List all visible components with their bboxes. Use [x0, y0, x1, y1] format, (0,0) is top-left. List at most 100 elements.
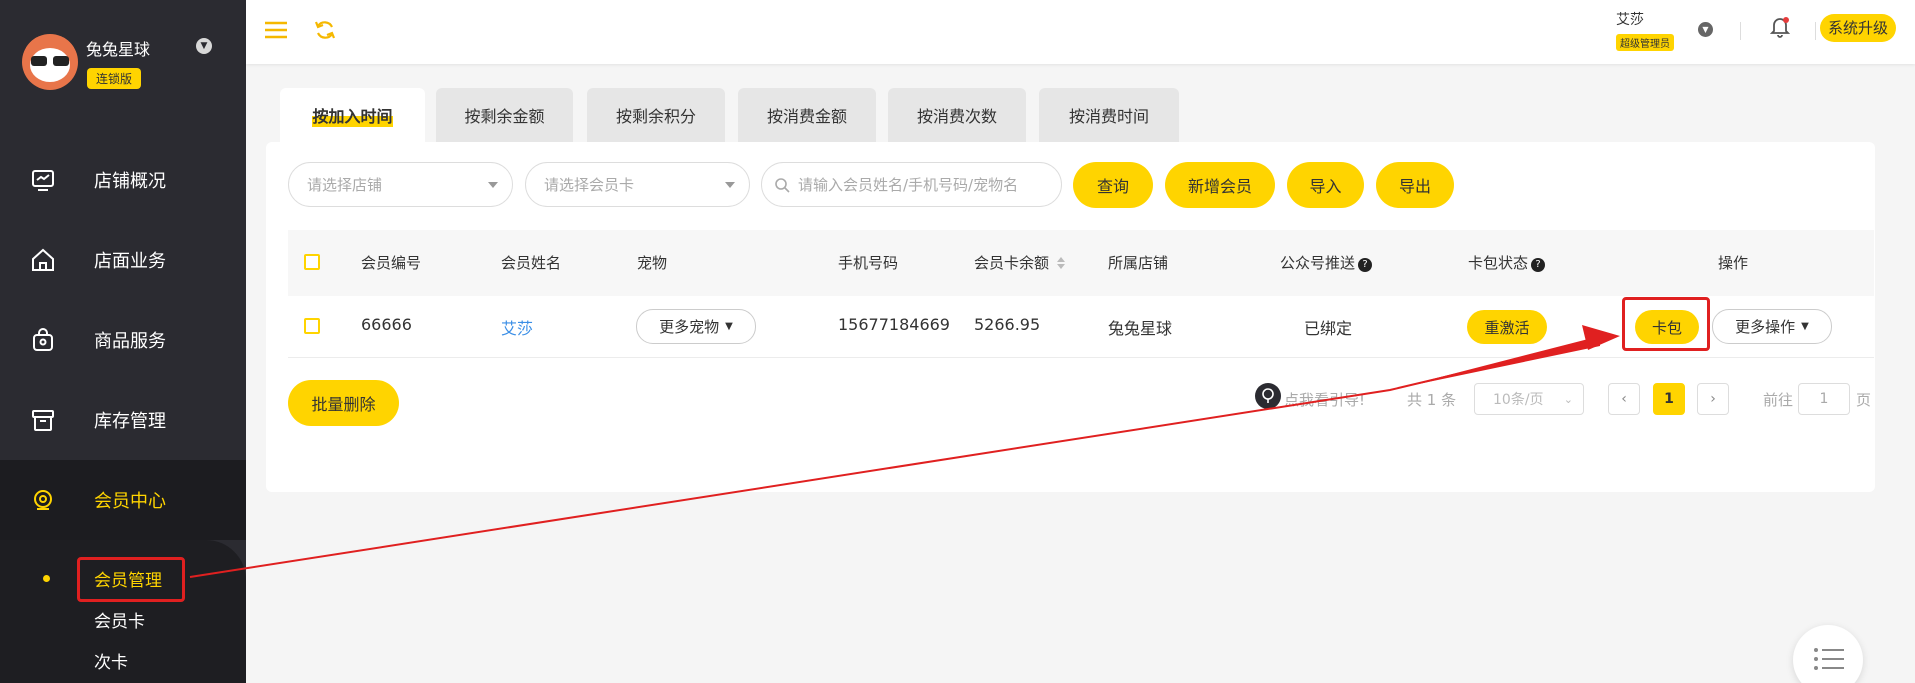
- user-name: 艾莎: [1616, 12, 1644, 28]
- add-member-button[interactable]: 新增会员: [1165, 162, 1275, 208]
- col-wechat-push-label: 公众号推送: [1280, 254, 1356, 272]
- sidebar-item-label: 库存管理: [94, 411, 166, 432]
- caret-down-icon: ▼: [1801, 321, 1809, 332]
- home-icon: [32, 248, 54, 271]
- bell-icon[interactable]: [1770, 16, 1790, 38]
- help-icon[interactable]: ?: [1358, 258, 1373, 272]
- tab-remaining-balance[interactable]: 按剩余金额: [436, 88, 573, 142]
- sidebar-item-goods-services[interactable]: 商品服务: [0, 300, 246, 380]
- edition-badge: 连锁版: [87, 68, 142, 89]
- menu-icon[interactable]: [264, 20, 288, 40]
- col-actions: 操作: [1718, 254, 1749, 272]
- monitor-icon: [32, 170, 54, 191]
- member-card-select[interactable]: 请选择会员卡: [525, 162, 750, 207]
- store-name: 兔兔星球: [86, 40, 151, 59]
- col-card-balance-label: 会员卡余额: [974, 254, 1050, 272]
- store-select[interactable]: 请选择店铺: [288, 162, 513, 207]
- cell-store: 兔兔星球: [1108, 319, 1173, 338]
- col-member-name: 会员姓名: [501, 254, 562, 272]
- member-headset-icon: [34, 490, 52, 510]
- col-store: 所属店铺: [1108, 254, 1169, 272]
- tab-consumption-count[interactable]: 按消费次数: [888, 88, 1026, 142]
- sidebar-item-inventory[interactable]: 库存管理: [0, 380, 246, 460]
- page-unit-label: 页: [1856, 391, 1872, 409]
- cell-phone: 15677184669: [838, 315, 950, 334]
- batch-delete-button[interactable]: 批量删除: [288, 380, 399, 426]
- system-upgrade-button[interactable]: 系统升级: [1820, 14, 1897, 42]
- select-all-checkbox[interactable]: [304, 254, 320, 270]
- topbar: 艾莎 超级管理员 ▼ 系统升级: [246, 0, 1915, 64]
- store-select-placeholder: 请选择店铺: [307, 176, 383, 194]
- col-wechat-push: 公众号推送?: [1280, 252, 1373, 273]
- page-size-select[interactable]: 10条/页 ⌄: [1474, 383, 1584, 415]
- sidebar-item-label: 商品服务: [94, 331, 166, 352]
- col-phone: 手机号码: [838, 254, 899, 272]
- next-page-button[interactable]: ›: [1697, 383, 1729, 415]
- export-button[interactable]: 导出: [1376, 162, 1454, 208]
- tab-remaining-points[interactable]: 按剩余积分: [587, 88, 725, 142]
- sidebar-item-store-business[interactable]: 店面业务: [0, 220, 246, 300]
- divider: [1815, 22, 1816, 40]
- tab-join-time[interactable]: 按加入时间: [280, 88, 425, 142]
- annotation-box-member-management: [77, 557, 185, 602]
- col-pet: 宠物: [637, 254, 668, 272]
- shopping-bag-icon: [33, 328, 53, 351]
- reactivate-button[interactable]: 重激活: [1467, 310, 1547, 344]
- row-checkbox[interactable]: [304, 318, 320, 334]
- annotation-box-card-pack: [1622, 297, 1710, 351]
- sidebar-subitem-times-card[interactable]: 次卡: [94, 648, 128, 673]
- page-number-current[interactable]: 1: [1653, 383, 1685, 415]
- chevron-down-icon: [488, 182, 498, 188]
- guide-link[interactable]: 点我看引导!: [1284, 389, 1365, 410]
- archive-box-icon: [32, 410, 54, 431]
- refresh-icon[interactable]: [314, 19, 336, 41]
- user-role-badge: 超级管理员: [1616, 34, 1674, 51]
- caret-down-icon: ▼: [725, 321, 733, 332]
- store-profile[interactable]: 兔兔星球 连锁版 ▼: [0, 0, 246, 130]
- sort-icon[interactable]: [1056, 257, 1065, 269]
- col-card-pack-status-label: 卡包状态: [1468, 254, 1529, 272]
- store-avatar: [22, 34, 78, 90]
- active-dot: [43, 575, 50, 582]
- tab-label: 按加入时间: [312, 103, 393, 127]
- goto-page-input[interactable]: 1: [1798, 383, 1850, 415]
- cell-member-id: 66666: [361, 315, 412, 334]
- chevron-down-icon[interactable]: ▼: [1698, 22, 1713, 37]
- col-member-id: 会员编号: [361, 254, 422, 272]
- list-icon: [1814, 648, 1844, 670]
- cell-card-balance: 5266.95: [974, 315, 1041, 334]
- pagination-total: 共 1 条: [1407, 391, 1457, 409]
- search-icon: [775, 178, 790, 193]
- tab-consumption-time[interactable]: 按消费时间: [1039, 88, 1179, 142]
- divider: [1740, 22, 1741, 40]
- search-placeholder: 请输入会员姓名/手机号码/宠物名: [798, 176, 1019, 194]
- sidebar-subitem-member-card[interactable]: 会员卡: [94, 607, 145, 632]
- col-card-pack-status: 卡包状态?: [1468, 252, 1546, 273]
- sidebar-item-store-overview[interactable]: 店铺概况: [0, 140, 246, 220]
- prev-page-button[interactable]: ‹: [1608, 383, 1640, 415]
- chevron-down-icon: ⌄: [1563, 392, 1573, 406]
- page-size-value: 10条/页: [1493, 392, 1544, 408]
- more-pets-dropdown[interactable]: 更多宠物 ▼: [636, 309, 756, 344]
- goto-label: 前往: [1763, 391, 1794, 409]
- tab-consumption-amount[interactable]: 按消费金额: [738, 88, 876, 142]
- query-button[interactable]: 查询: [1073, 162, 1153, 208]
- sidebar-item-label: 会员中心: [94, 491, 166, 512]
- sidebar-item-label: 店面业务: [94, 251, 166, 272]
- cell-wechat-status: 已绑定: [1304, 319, 1353, 338]
- chevron-down-icon: [725, 182, 735, 188]
- chevron-down-icon[interactable]: ▼: [196, 38, 212, 54]
- member-search-input[interactable]: 请输入会员姓名/手机号码/宠物名: [761, 162, 1062, 207]
- help-icon[interactable]: ?: [1531, 258, 1546, 272]
- sidebar-item-member-center[interactable]: 会员中心: [0, 460, 246, 540]
- col-card-balance[interactable]: 会员卡余额: [974, 252, 1065, 273]
- guide-icon[interactable]: [1255, 383, 1281, 409]
- member-card-select-placeholder: 请选择会员卡: [544, 176, 635, 194]
- sidebar-item-label: 店铺概况: [94, 171, 166, 192]
- more-actions-dropdown[interactable]: 更多操作 ▼: [1712, 309, 1832, 344]
- import-button[interactable]: 导入: [1287, 162, 1364, 208]
- more-actions-label: 更多操作: [1735, 318, 1796, 336]
- floating-list-button[interactable]: [1793, 625, 1863, 683]
- more-pets-label: 更多宠物: [659, 318, 720, 336]
- member-name-link[interactable]: 艾莎: [501, 315, 533, 339]
